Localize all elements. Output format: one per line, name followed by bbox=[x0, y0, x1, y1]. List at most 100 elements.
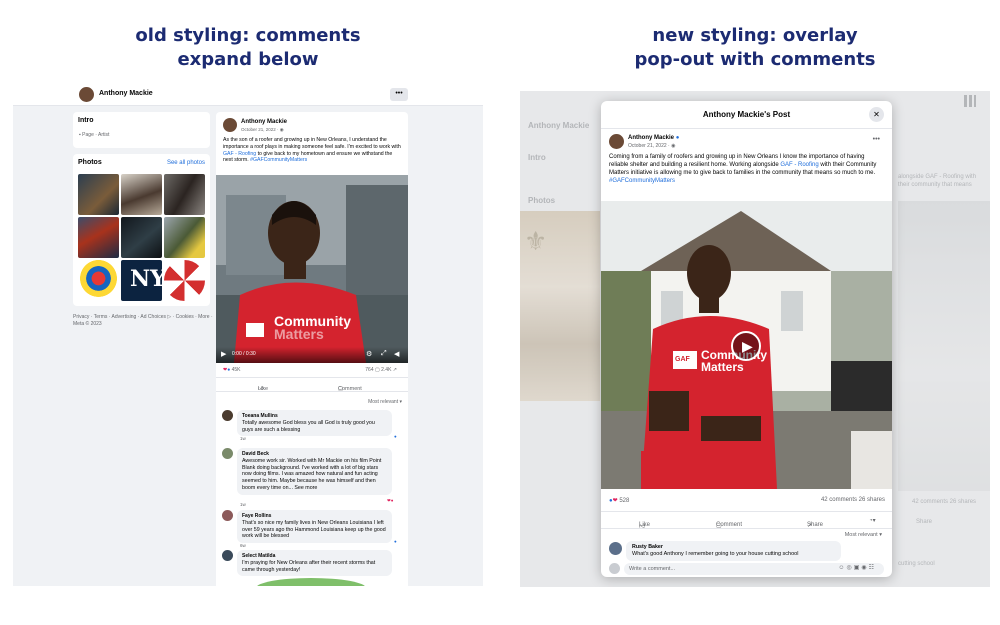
new-styling-heading: new styling: overlay pop-out with commen… bbox=[520, 24, 990, 72]
bg-page-name: Anthony Mackie bbox=[528, 121, 590, 130]
bg-comments: 42 comments 26 shares bbox=[912, 499, 977, 505]
comment-tool-icons[interactable]: ☺◎▣◉☷ bbox=[838, 564, 876, 571]
gaf-logo: GAF bbox=[675, 356, 690, 363]
close-icon[interactable]: ✕ bbox=[869, 107, 884, 122]
photo-thumbnail[interactable] bbox=[164, 174, 205, 215]
photo-thumbnail[interactable] bbox=[121, 217, 162, 258]
page-name[interactable]: Anthony Mackie bbox=[99, 90, 153, 97]
like-reaction-icon: ● bbox=[227, 367, 231, 373]
play-icon[interactable]: ▶ bbox=[221, 350, 226, 358]
bg-comment: cutting school bbox=[898, 561, 935, 567]
commenter-avatar[interactable] bbox=[222, 550, 233, 561]
photo-thumbnail[interactable] bbox=[121, 174, 162, 215]
post-video[interactable]: GAF Community Matters ▶ bbox=[601, 201, 892, 489]
photos-card: Photos See all photos NY bbox=[73, 154, 210, 306]
intro-title: Intro bbox=[78, 117, 94, 124]
post-video[interactable]: Community Matters ▶ 0:00 / 0:30 ⚙ ⤢ ◀ bbox=[216, 175, 408, 363]
commenter-name[interactable]: Rusty Baker bbox=[632, 544, 835, 551]
commenter-name[interactable]: David Beck bbox=[242, 451, 387, 458]
comment-bubble: Rusty Baker What's good Anthony I remembe… bbox=[626, 541, 841, 561]
settings-icon[interactable]: ⚙ bbox=[366, 350, 372, 358]
old-styling-heading: old styling: comments expand below bbox=[13, 24, 483, 72]
photo-thumbnail[interactable] bbox=[164, 217, 205, 258]
most-relevant-dropdown[interactable]: Most relevant ▾ bbox=[368, 399, 402, 405]
comment-label: Comment bbox=[716, 522, 743, 528]
author-avatar[interactable] bbox=[223, 118, 237, 132]
commenter-name[interactable]: Toeana Mullins bbox=[242, 413, 387, 420]
globe-icon: ◉ bbox=[279, 127, 284, 132]
comment-item: David Beck Awesome work sir. Worked with … bbox=[222, 448, 407, 507]
page-header-bar: Anthony Mackie ••• bbox=[13, 84, 483, 106]
commenter-avatar[interactable] bbox=[222, 410, 233, 421]
intro-card: Intro ▪ Page · Artist bbox=[73, 112, 210, 148]
post-author[interactable]: Anthony Mackie ● bbox=[628, 135, 679, 141]
bg-video bbox=[898, 201, 990, 491]
play-button[interactable]: ▶ bbox=[731, 331, 761, 361]
comment-item: Select Matilda I'm praying for New Orlean… bbox=[222, 550, 407, 580]
post-author-text: Anthony Mackie bbox=[628, 135, 675, 141]
photo-thumbnail[interactable] bbox=[78, 217, 119, 258]
reaction-count[interactable]: 528 bbox=[619, 498, 629, 504]
reaction-count[interactable]: 45K bbox=[232, 367, 241, 373]
comment-bubble: David Beck Awesome work sir. Worked with … bbox=[237, 448, 392, 495]
comment-bubble: Select Matilda I'm praying for New Orlean… bbox=[237, 550, 392, 577]
commenter-avatar[interactable] bbox=[222, 448, 233, 459]
comment-age: 1w bbox=[240, 436, 246, 441]
comment-age: 1w bbox=[240, 502, 246, 507]
gaf-roofing-link[interactable]: GAF - Roofing bbox=[780, 162, 818, 168]
old-styling-screenshot: Anthony Mackie ••• Intro ▪ Page · Artist… bbox=[13, 84, 483, 586]
author-avatar[interactable] bbox=[609, 134, 624, 149]
comment-bubble: Toeana Mullins Totally awesome God bless … bbox=[237, 410, 392, 437]
comment-share-counts[interactable]: 764 ▢ 2.4K ↗ bbox=[365, 367, 397, 373]
menu-grid-icon bbox=[964, 95, 976, 107]
comment-share-counts[interactable]: 42 comments 26 shares bbox=[821, 497, 885, 503]
post-author[interactable]: Anthony Mackie bbox=[241, 119, 287, 125]
audience-dropdown[interactable]: ◔▾ bbox=[869, 517, 876, 524]
comment-item: Faye Rollins That's so nice my family liv… bbox=[222, 510, 407, 548]
hashtag-link[interactable]: #GAFCommunityMatters bbox=[250, 157, 307, 163]
post-date: October 21, 2022 · ◉ bbox=[241, 127, 284, 133]
comment-text: Awesome work sir. Worked with Mr Mackie … bbox=[242, 457, 382, 491]
volume-icon[interactable]: ◀ bbox=[394, 350, 399, 358]
photo-thumbnail[interactable] bbox=[78, 174, 119, 215]
fullscreen-icon[interactable]: ⤢ bbox=[381, 350, 387, 358]
page-avatar[interactable] bbox=[79, 87, 94, 102]
love-reaction-icon: ❤ bbox=[612, 498, 618, 504]
commenter-name[interactable]: Select Matilda bbox=[242, 553, 387, 560]
play-icon: ▶ bbox=[742, 338, 753, 354]
comment-text: What's good Anthony I remember going to … bbox=[632, 551, 799, 557]
video-controls[interactable]: ▶ 0:00 / 0:30 ⚙ ⤢ ◀ bbox=[216, 347, 408, 363]
post-stats: ❤● 45K 764 ▢ 2.4K ↗ bbox=[223, 367, 409, 373]
shirt-line: Matters bbox=[701, 360, 744, 374]
video-time: 0:00 / 0:30 bbox=[232, 351, 256, 357]
share-label: Share bbox=[807, 522, 824, 528]
umbrella-logo-thumbnail[interactable] bbox=[164, 260, 205, 301]
modal-title: Anthony Mackie's Post bbox=[702, 110, 791, 119]
user-avatar[interactable] bbox=[609, 563, 620, 574]
comment-age: 6w bbox=[240, 543, 246, 548]
yankees-logo-thumbnail[interactable]: NY bbox=[121, 260, 166, 301]
hashtag-link[interactable]: #GAFCommunityMatters bbox=[609, 178, 675, 184]
post-actions: 👍︎ Like ▢ Comment ↗ Share ◔▾ bbox=[601, 511, 892, 530]
comment-bubble: Faye Rollins That's so nice my family liv… bbox=[237, 510, 392, 544]
footer-links[interactable]: Privacy · Terms · Advertising · Ad Choic… bbox=[73, 314, 213, 328]
see-all-photos-link[interactable]: See all photos bbox=[167, 160, 205, 166]
shirt-line: Matters bbox=[274, 326, 324, 342]
post-stats: ●❤ 528 42 comments 26 shares bbox=[609, 497, 885, 504]
commenter-name[interactable]: Faye Rollins bbox=[242, 513, 387, 520]
like-label: Like bbox=[258, 386, 269, 392]
bg-photos: Photos bbox=[528, 196, 556, 205]
commenter-avatar[interactable] bbox=[609, 542, 622, 555]
verified-icon: ● bbox=[675, 135, 680, 141]
post-text: Coming from a family of roofers and grow… bbox=[609, 153, 885, 185]
heading-line: expand below bbox=[177, 49, 319, 70]
more-options-icon[interactable]: ••• bbox=[873, 136, 880, 143]
gaf-roofing-link[interactable]: GAF - Roofing bbox=[223, 151, 256, 157]
commenter-avatar[interactable] bbox=[222, 510, 233, 521]
fleur-de-lis-icon: ⚜ bbox=[524, 226, 548, 256]
most-relevant-dropdown[interactable]: Most relevant ▾ bbox=[845, 532, 882, 538]
modal-header: Anthony Mackie's Post bbox=[601, 101, 892, 129]
comment-text: I'm praying for New Orleans after their … bbox=[242, 559, 376, 573]
more-options-button[interactable]: ••• bbox=[390, 88, 408, 101]
mtv-logo-thumbnail[interactable] bbox=[78, 260, 119, 301]
